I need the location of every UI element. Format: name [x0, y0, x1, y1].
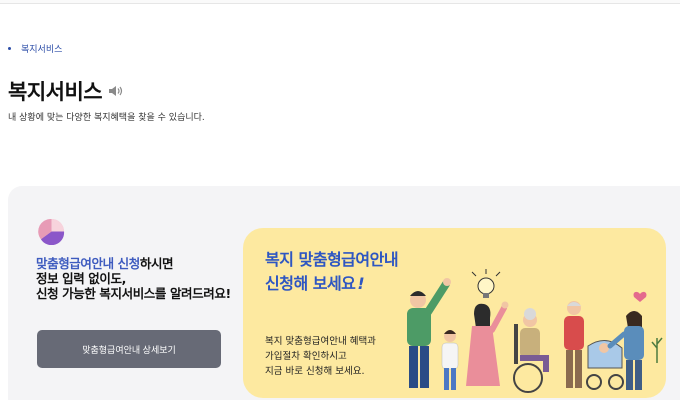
promo-highlight: 맞춤형급여안내 신청 [36, 256, 140, 271]
top-divider [0, 0, 680, 4]
breadcrumb: 복지서비스 [8, 42, 62, 55]
page-title: 복지서비스 [8, 80, 103, 104]
promo-message: 맞춤형급여안내 신청하시면 정보 입력 없이도, 신청 가능한 복지서비스를 알… [36, 256, 236, 301]
banner-desc-line2: 가입절차 확인하시고 [265, 351, 347, 362]
family-illustration [407, 269, 663, 393]
pie-chart-icon [38, 218, 65, 245]
breadcrumb-bullet [8, 47, 11, 50]
promo-line3: 신청 가능한 복지서비스를 알려드려요! [36, 286, 231, 301]
plant-icon [651, 337, 663, 363]
grandmother-figure [513, 308, 549, 393]
custom-benefit-detail-button[interactable]: 맞춤형급여안내 상세보기 [37, 330, 221, 368]
banner-title-mark: ! [357, 274, 365, 293]
woman-figure [466, 301, 509, 386]
page-title-row: 복지서비스 [8, 76, 124, 106]
lightbulb-icon [471, 269, 501, 298]
banner-desc-line3: 지금 바로 신청해 보세요. [265, 366, 365, 377]
heart-icon [633, 291, 647, 302]
page-subtitle: 내 상황에 맞는 다양한 복지혜택을 찾을 수 있습니다. [8, 113, 205, 123]
banner-title: 복지 맞춤형급여안내 신청해 보세요! [265, 248, 399, 296]
banner-desc-line1: 복지 맞춤형급여안내 혜택과 [265, 336, 376, 347]
child-figure [441, 330, 459, 390]
stroller-figure [586, 340, 624, 390]
promo-line1-rest: 하시면 [139, 256, 174, 271]
grandfather-figure [564, 301, 584, 388]
banner-title-line2: 신청해 보세요 [265, 274, 356, 293]
speaker-icon[interactable] [108, 84, 124, 98]
breadcrumb-link-welfare[interactable]: 복지서비스 [21, 42, 62, 55]
banner-description: 복지 맞춤형급여안내 혜택과 가입절차 확인하시고 지금 바로 신청해 보세요. [265, 334, 376, 379]
banner-title-line1: 복지 맞춤형급여안내 [265, 250, 399, 269]
benefit-banner[interactable]: 복지 맞춤형급여안내 신청해 보세요! 복지 맞춤형급여안내 혜택과 가입절차 … [243, 228, 666, 398]
promo-line2: 정보 입력 없이도, [36, 271, 126, 286]
